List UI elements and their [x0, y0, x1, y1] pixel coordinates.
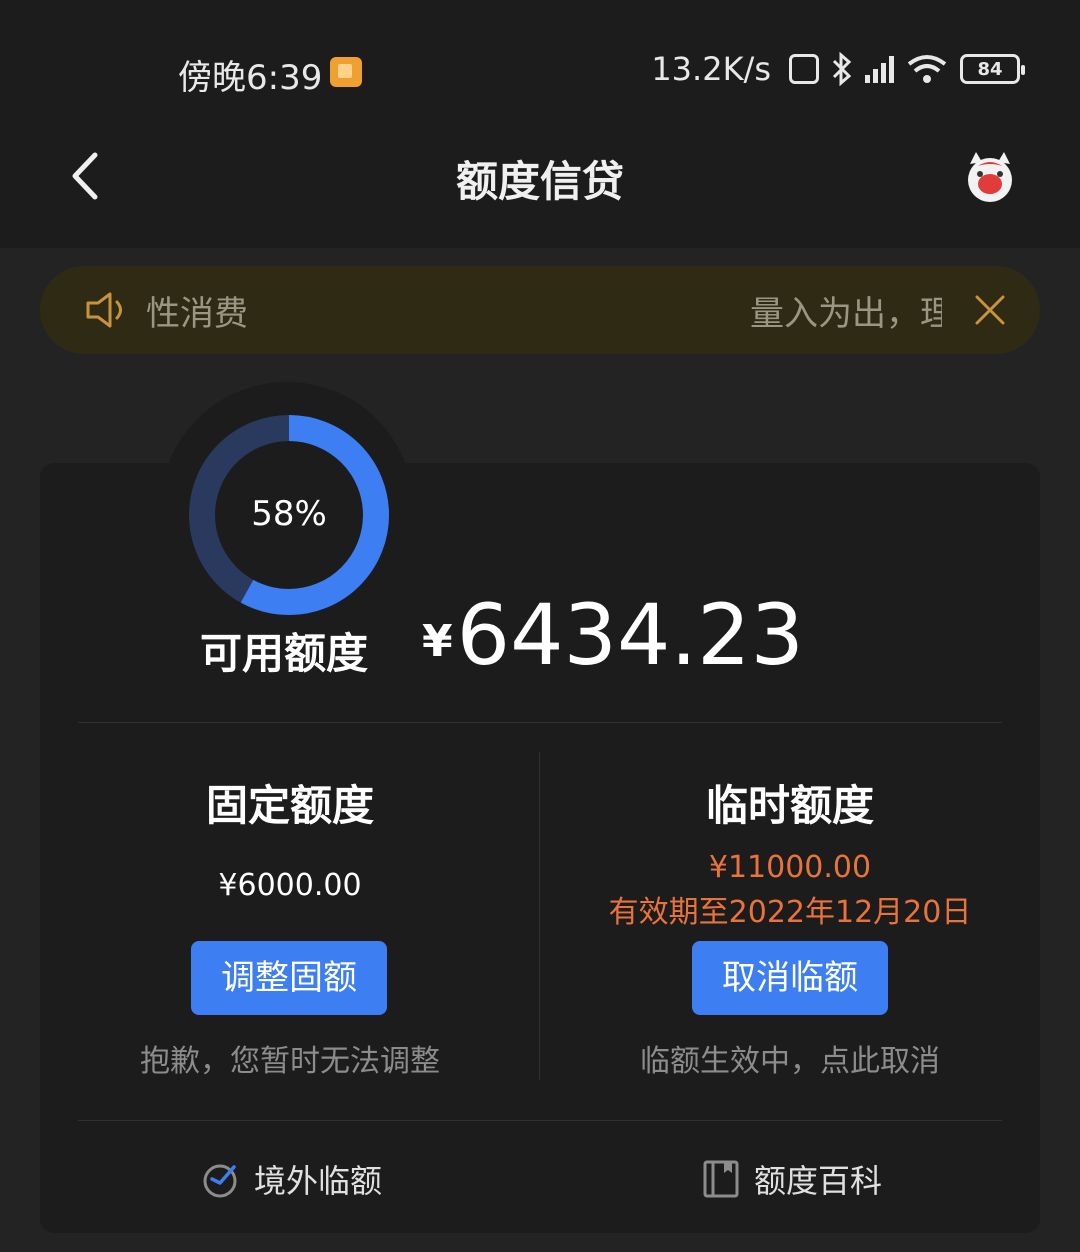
temp-quota-title-text: 临时额度	[705, 781, 874, 830]
available-label: 可用额度	[200, 629, 369, 678]
fixed-quota-amount-text: ¥6000.00	[218, 868, 362, 903]
notice-text: 性消费	[146, 294, 248, 334]
temp-quota-expiry: 有效期至2022年12月20日	[540, 887, 1040, 931]
net-speed: 13.2K/s	[651, 50, 771, 88]
notice-text-scroll: 量入为出，理	[750, 294, 942, 334]
status-bar: 傍晚6:39 13.2K/s 84	[0, 0, 1080, 130]
cancel-temp-button[interactable]: 取消临额	[692, 941, 888, 1015]
fixed-quota-amount: ¥6000.00	[40, 868, 540, 903]
fixed-quota-hint: 抱歉，您暂时无法调整	[40, 1036, 540, 1080]
close-icon[interactable]	[974, 294, 1006, 326]
status-time: 傍晚6:39	[178, 58, 323, 98]
book-icon	[703, 1160, 739, 1198]
mascot-icon[interactable]	[960, 150, 1020, 204]
notification-icon	[330, 57, 362, 87]
available-amount: ¥6434.23	[422, 586, 804, 684]
available-amount-value: 6434.23	[456, 586, 804, 684]
temp-quota-hint-text[interactable]: 临额生效中，点此取消	[640, 1044, 940, 1079]
fixed-quota-hint-text: 抱歉，您暂时无法调整	[140, 1044, 440, 1079]
adjust-fixed-button[interactable]: 调整固额	[191, 941, 387, 1015]
temp-quota-amount: ¥11000.00	[540, 850, 1040, 885]
globe-plane-icon	[203, 1164, 237, 1198]
speaker-icon	[86, 292, 122, 328]
divider	[78, 722, 1002, 723]
temp-quota-hint[interactable]: 临额生效中，点此取消	[540, 1036, 1040, 1080]
overseas-quota-label: 境外临额	[254, 1162, 383, 1200]
quota-encyclopedia-label: 额度百科	[754, 1162, 883, 1200]
bluetooth-icon	[832, 52, 852, 86]
battery-icon: 84	[960, 54, 1025, 84]
temp-quota-title: 临时额度	[540, 772, 1040, 833]
status-icons: 13.2K/s 84	[651, 50, 1025, 88]
currency-symbol: ¥	[422, 616, 453, 667]
temp-quota-amount-text: ¥11000.00	[708, 850, 872, 885]
fixed-quota-title: 固定额度	[40, 772, 540, 833]
wifi-icon	[907, 55, 947, 83]
usage-percent: 58%	[251, 494, 327, 534]
temp-quota-expiry-text: 有效期至2022年12月20日	[608, 895, 972, 930]
nfc-icon	[789, 54, 819, 84]
page-title: 额度信贷	[455, 157, 624, 206]
quota-encyclopedia-link[interactable]: 额度百科	[702, 1156, 882, 1202]
divider	[78, 1120, 1002, 1121]
fixed-quota-title-text: 固定额度	[205, 781, 374, 830]
notice-bar[interactable]: 性消费 量入为出，理	[40, 266, 1040, 354]
overseas-quota-link[interactable]: 境外临额	[200, 1156, 382, 1202]
hd-signal-icon	[865, 55, 894, 83]
